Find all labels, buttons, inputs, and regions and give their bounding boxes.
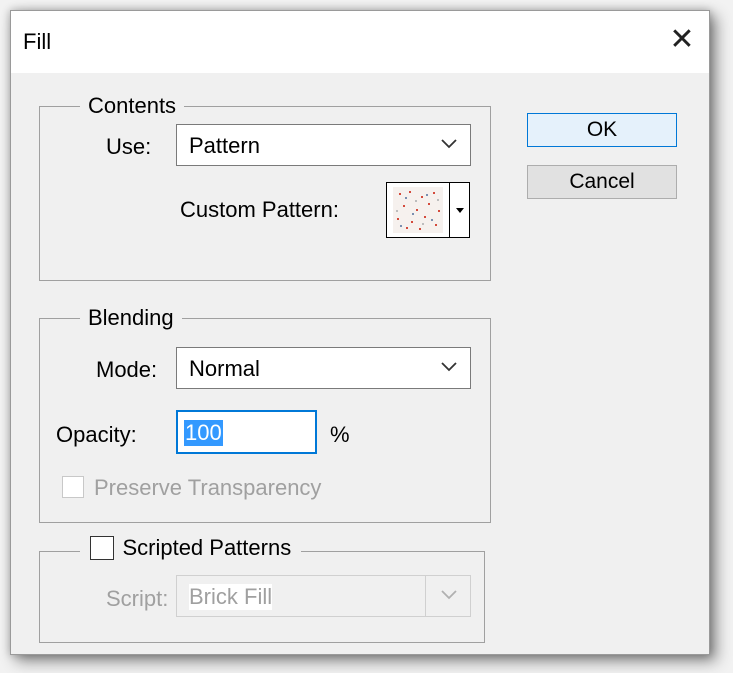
blending-legend: Blending: [80, 305, 182, 331]
use-select-value: Pattern: [189, 133, 260, 158]
contents-group: Contents Use: Pattern Custom Pattern:: [39, 93, 491, 281]
mode-select-value: Normal: [189, 356, 260, 381]
opacity-unit: %: [330, 422, 350, 447]
script-select[interactable]: Brick Fill: [176, 575, 471, 617]
chevron-down-icon: [441, 590, 457, 600]
script-select-divider: [425, 576, 426, 616]
contents-legend: Contents: [80, 93, 185, 119]
ok-button[interactable]: OK: [527, 113, 677, 147]
scripted-patterns-legend: Scripted Patterns: [80, 535, 302, 565]
preserve-transparency-checkbox[interactable]: [62, 476, 84, 498]
close-icon[interactable]: ✕: [665, 23, 699, 57]
scripted-patterns-checkbox[interactable]: [90, 536, 114, 560]
mode-select[interactable]: Normal: [176, 347, 471, 389]
pattern-swatch-icon: [393, 187, 443, 233]
title-bar: Fill ✕: [11, 11, 709, 73]
scripted-patterns-group: Scripted Patterns Script: Brick Fill: [39, 535, 485, 643]
script-select-value: Brick Fill: [189, 584, 273, 610]
preserve-transparency-label: Preserve Transparency: [94, 475, 322, 500]
opacity-label: Opacity:: [56, 422, 137, 447]
scripted-patterns-label: Scripted Patterns: [122, 535, 292, 560]
script-label: Script:: [106, 586, 169, 611]
custom-pattern-label: Custom Pattern:: [180, 197, 339, 222]
mode-label: Mode:: [96, 357, 158, 382]
caret-down-icon: [456, 208, 464, 213]
opacity-value: 100: [184, 420, 223, 446]
blending-group: Blending Mode: Normal Opacity: 100 % Pre…: [39, 305, 491, 523]
use-select[interactable]: Pattern: [176, 124, 471, 166]
chevron-down-icon: [441, 362, 457, 372]
chevron-down-icon: [441, 139, 457, 149]
cancel-button[interactable]: Cancel: [527, 165, 677, 199]
dialog-title: Fill: [23, 29, 52, 54]
fill-dialog: Fill ✕ Contents Use: Pattern Custom Patt…: [10, 10, 710, 655]
custom-pattern-picker[interactable]: [386, 182, 470, 238]
use-label: Use:: [106, 134, 152, 159]
opacity-input[interactable]: 100: [176, 410, 317, 454]
